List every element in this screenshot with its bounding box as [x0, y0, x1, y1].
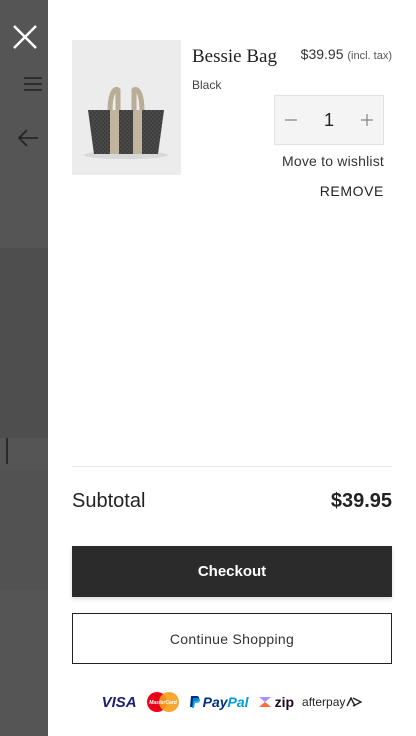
background-band	[0, 470, 48, 590]
price-value: $39.95	[300, 46, 344, 62]
paypal-label-a: Pay	[202, 694, 228, 710]
product-name[interactable]: Bessie Bag	[192, 46, 277, 68]
remove-item-link[interactable]: REMOVE	[320, 183, 384, 199]
quantity-value[interactable]: 1	[307, 110, 351, 131]
checkout-button[interactable]: Checkout	[72, 546, 392, 597]
afterpay-logo: afterpay	[302, 695, 363, 709]
quantity-stepper: 1	[274, 95, 384, 145]
cart-drawer: Bessie Bag Black $39.95 (incl. tax) 1 Mo…	[48, 0, 416, 736]
background-band	[0, 248, 48, 438]
background-overlay[interactable]	[0, 0, 48, 736]
menu-icon[interactable]	[22, 74, 42, 94]
product-variant: Black	[192, 78, 222, 92]
continue-shopping-button[interactable]: Continue Shopping	[72, 613, 392, 664]
decrease-quantity-button[interactable]	[275, 96, 307, 144]
afterpay-label: afterpay	[302, 695, 346, 709]
paypal-label-b: Pal	[227, 694, 249, 710]
close-drawer-icon[interactable]	[8, 20, 42, 54]
plus-icon	[361, 114, 373, 126]
visa-logo: VISA	[101, 693, 137, 711]
zip-logo: zip	[257, 694, 294, 710]
mastercard-logo: MasterCard	[145, 691, 181, 713]
paypal-logo: Pay Pal	[189, 694, 249, 710]
increase-quantity-button[interactable]	[351, 96, 383, 144]
product-thumbnail[interactable]	[72, 40, 181, 175]
product-price: $39.95 (incl. tax)	[301, 46, 392, 62]
divider	[72, 466, 392, 467]
background-divider	[6, 438, 8, 464]
zip-label: zip	[274, 694, 295, 710]
tax-note: (incl. tax)	[347, 50, 392, 62]
minus-icon	[285, 119, 297, 121]
payment-methods: VISA MasterCard Pay Pal zip afterpay	[48, 688, 416, 716]
subtotal-value: $39.95	[330, 490, 392, 512]
subtotal-label: Subtotal	[72, 490, 146, 512]
back-arrow-icon[interactable]	[16, 126, 40, 150]
move-to-wishlist-link[interactable]: Move to wishlist	[282, 153, 384, 169]
mastercard-label: MasterCard	[149, 700, 177, 706]
